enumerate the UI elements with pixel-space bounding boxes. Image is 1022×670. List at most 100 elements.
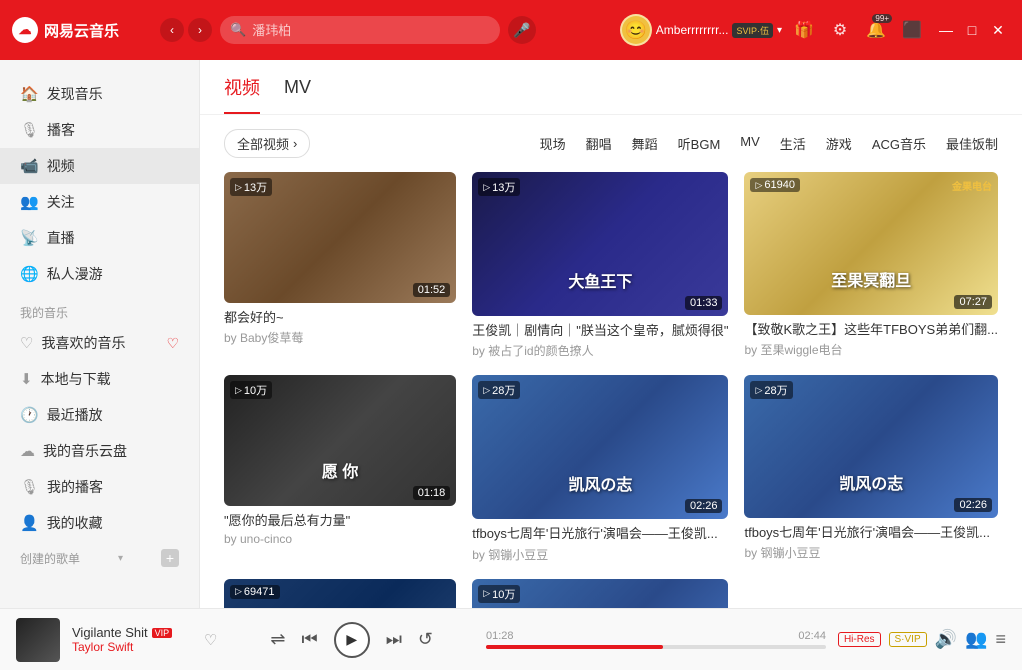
play-triangle-icon: ▷ [483,588,490,599]
next-button[interactable]: ⏭ [386,629,402,650]
user-profile[interactable]: 😊 Amberrrrrrrr... SVIP·伍 ▾ [620,14,782,46]
my-podcast-icon: 🎙 [20,478,39,496]
video-card-v7[interactable]: ▷ 69471 （部分加载中） [224,579,456,608]
tab-mv[interactable]: MV [284,77,311,112]
social-button[interactable]: 👥 [965,629,987,650]
video-info: tfboys七周年'日光旅行'演唱会——王俊凯... by 钢镚小豆豆 [744,524,998,561]
hires-badge[interactable]: Hi-Res [838,632,881,647]
close-button[interactable]: ✕ [986,18,1010,42]
play-count: ▷ 61940 [750,178,800,192]
sidebar-item-video[interactable]: 📹 视频 [0,148,199,184]
filter-tag-fan[interactable]: 最佳饭制 [946,134,998,153]
video-card-v6[interactable]: 凯风の志 ▷ 28万 02:26 tfboys七周年'日光旅行'演唱会——王俊凯… [744,375,998,562]
sidebar-item-live[interactable]: 📡 直播 [0,220,199,256]
notification-count: 99+ [872,14,892,23]
filter-tag-acg[interactable]: ACG音乐 [872,134,926,153]
video-card-v2[interactable]: 大鱼王下 ▷ 13万 01:33 王俊凯｜剧情向｜"朕当这个皇帝，腻烦得很" b… [472,172,728,359]
local-icon: ⬇ [20,370,33,388]
video-icon: 📹 [20,157,39,175]
filter-tag-cover[interactable]: 翻唱 [586,134,612,153]
window-controls: — □ ✕ [934,18,1010,42]
video-duration: 01:33 [685,296,723,310]
video-thumb: 大鱼王下 ▷ 13万 01:33 [472,172,728,316]
shuffle-button[interactable]: ⇌ [270,629,285,650]
video-author: by 钢镚小豆豆 [472,546,728,563]
search-bar[interactable]: 🔍 [220,16,500,44]
play-count: ▷ 28万 [750,381,792,399]
sidebar-label-podcast: 播客 [47,120,75,140]
filter-tag-game[interactable]: 游戏 [826,134,852,153]
progress-bar[interactable] [486,645,826,649]
video-duration: 07:27 [954,295,992,309]
expand-arrow: ▾ [118,553,123,564]
sidebar-item-discover[interactable]: 🏠 发现音乐 [0,76,199,112]
volume-button[interactable]: 🔊 [935,629,957,650]
video-card-v3[interactable]: 至果冥翻旦 金果电台 ▷ 61940 07:27 【致敬K歌之王】这些年TFBO… [744,172,998,359]
video-grid: ▷ 13万 01:52 都会好的~ by Baby俊草莓 大鱼王下 ▷ 13万 … [200,172,1022,608]
sidebar-item-podcast[interactable]: 🎙 播客 [0,112,199,148]
sidebar-item-cloud[interactable]: ☁ 我的音乐云盘 [0,433,199,469]
discover-icon: 🏠 [20,85,39,103]
sidebar-item-recent[interactable]: 🕐 最近播放 [0,397,199,433]
player-heart-button[interactable]: ♡ [204,631,217,649]
play-icon: ▶ [346,631,357,648]
notification-button[interactable]: 🔔 99+ [862,16,890,44]
filter-tag-dance[interactable]: 舞蹈 [632,134,658,153]
add-playlist-button[interactable]: + [161,549,179,567]
video-card-v4[interactable]: 愿 你 ▷ 10万 01:18 "愿你的最后总有力量" by uno-cinco [224,375,456,562]
prev-button[interactable]: ⏮ [302,629,318,650]
play-count: ▷ 69471 [230,585,280,599]
sidebar: 🏠 发现音乐 🎙 播客 📹 视频 👥 关注 📡 直播 🌐 私人漫游 我的音乐 ♡… [0,60,200,608]
video-card-v1[interactable]: ▷ 13万 01:52 都会好的~ by Baby俊草莓 [224,172,456,359]
create-playlist-label: 创建的歌单 [20,550,80,567]
tab-video[interactable]: 视频 [224,74,260,114]
filter-tag-bgm[interactable]: 听BGM [678,134,721,153]
sidebar-item-liked[interactable]: ♡ 我喜欢的音乐 ♡ [0,325,199,361]
sidebar-item-roam[interactable]: 🌐 私人漫游 [0,256,199,292]
filter-tag-live[interactable]: 现场 [540,134,566,153]
forward-button[interactable]: › [188,18,212,42]
back-button[interactable]: ‹ [160,18,184,42]
filter-tag-life[interactable]: 生活 [780,134,806,153]
search-icon: 🔍 [230,22,246,38]
video-duration: 01:18 [413,486,451,500]
video-author: by 至果wiggle电台 [744,341,998,358]
sidebar-item-collection[interactable]: 👤 我的收藏 [0,505,199,541]
liked-icon: ♡ [20,334,33,352]
sidebar-item-follow[interactable]: 👥 关注 [0,184,199,220]
follow-icon: 👥 [20,193,39,211]
video-card-v5[interactable]: 凯风の志 ▷ 28万 02:26 tfboys七周年'日光旅行'演唱会——王俊凯… [472,375,728,562]
svip-badge[interactable]: S·VIP [889,632,927,647]
play-triangle-icon: ▷ [755,385,762,396]
player-title-row: Vigilante Shit VIP [72,625,192,640]
video-card-v8[interactable]: ▷ 10万 （部分加载中） [472,579,728,608]
liked-heart: ♡ [166,335,179,352]
video-thumb: 愿 你 ▷ 10万 01:18 [224,375,456,506]
video-duration: 02:26 [685,499,723,513]
sidebar-item-local[interactable]: ⬇ 本地与下载 [0,361,199,397]
loop-button[interactable]: ↺ [418,629,433,650]
gift-button[interactable]: 🎁 [790,16,818,44]
maximize-button[interactable]: □ [960,18,984,42]
playlist-button[interactable]: ≡ [995,629,1006,650]
gear-button[interactable]: ⚙ [826,16,854,44]
filter-tag-mv[interactable]: MV [740,134,760,153]
sidebar-label-local: 本地与下载 [41,369,111,389]
player-thumbnail[interactable] [16,618,60,662]
search-input[interactable] [252,23,490,38]
sidebar-item-my-podcast[interactable]: 🎙 我的播客 [0,469,199,505]
current-time: 01:28 [486,630,514,642]
play-pause-button[interactable]: ▶ [334,622,370,658]
mic-button[interactable]: 🎤 [508,16,536,44]
minimize-button[interactable]: — [934,18,958,42]
all-videos-button[interactable]: 全部视频 › [224,129,310,158]
video-info: "愿你的最后总有力量" by uno-cinco [224,512,456,546]
video-author: by Baby俊草莓 [224,329,456,346]
avatar: 😊 [620,14,652,46]
cloud-icon: ☁ [20,442,35,460]
play-count: ▷ 10万 [478,585,520,603]
play-count: ▷ 28万 [478,381,520,399]
video-author: by 钢镚小豆豆 [744,544,998,561]
screen-button[interactable]: ⬛ [898,16,926,44]
player-track-title: Vigilante Shit [72,625,148,640]
